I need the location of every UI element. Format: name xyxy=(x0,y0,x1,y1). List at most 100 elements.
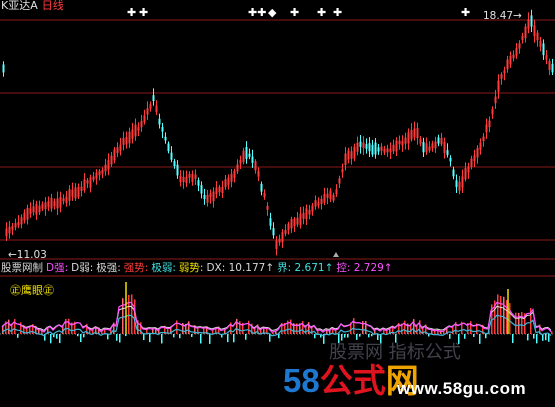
candle-body xyxy=(467,166,470,173)
candle-body xyxy=(65,196,68,204)
candle-body xyxy=(488,120,491,128)
osc-bar xyxy=(269,334,271,342)
osc-bar xyxy=(245,334,247,340)
indicator-item: 强势: xyxy=(123,262,149,274)
candle-body xyxy=(89,177,92,188)
sub-chart-title: ㊣鹰眼㊣ xyxy=(10,284,54,297)
osc-bar xyxy=(404,320,406,334)
candle-body xyxy=(422,142,425,153)
candle-body xyxy=(146,108,149,115)
candle-body xyxy=(230,173,233,182)
candle-body xyxy=(404,137,407,144)
osc-bar xyxy=(500,295,502,334)
candle-body xyxy=(437,137,440,144)
signal-marker: ✚ xyxy=(139,6,149,19)
candle-body xyxy=(71,189,74,197)
indicator-item: D弱: xyxy=(71,262,94,274)
candle-body xyxy=(539,40,542,47)
candle-body xyxy=(179,175,182,182)
candle-body xyxy=(479,142,482,150)
candle-body xyxy=(380,146,383,151)
candle-body xyxy=(50,198,53,209)
candle-body xyxy=(470,158,473,167)
osc-bar xyxy=(545,334,547,341)
osc-bar xyxy=(365,321,367,334)
candle-body xyxy=(308,209,311,215)
candle-body xyxy=(53,201,56,207)
signal-marker: ✚ xyxy=(127,6,137,19)
osc-bar xyxy=(371,334,373,337)
candle-body xyxy=(503,70,506,74)
candle-body xyxy=(338,178,341,184)
candle-body xyxy=(164,136,167,141)
candle-body xyxy=(491,109,494,115)
osc-bar xyxy=(533,334,535,339)
chart-window[interactable]: K亚达A 日线 ✚ ✚ ✚✚ ◆ ✚ ✚ ✚ ✚ 18.47→ ←11.03 股票网制 D强: D弱… xyxy=(0,0,555,407)
candle-body xyxy=(452,169,455,177)
candle-body xyxy=(320,198,323,205)
osc-bar xyxy=(512,334,514,344)
indicator-item: 界: 2.671↑ xyxy=(277,262,334,274)
osc-bar xyxy=(143,334,145,341)
candle-body xyxy=(287,223,290,231)
candle-body xyxy=(482,136,485,142)
osc-bar xyxy=(119,334,121,343)
candle-body xyxy=(359,141,362,147)
logo-number: 58 xyxy=(283,362,320,399)
osc-bar xyxy=(497,294,499,334)
candle-body xyxy=(473,155,476,162)
candle-body xyxy=(278,238,281,243)
candle-body xyxy=(74,187,77,199)
candle-body xyxy=(296,217,299,225)
candle-body xyxy=(5,228,8,237)
candle-body xyxy=(149,104,152,109)
osc-bar xyxy=(503,296,505,334)
watermark-url: www.58gu.com xyxy=(397,379,527,398)
high-price-label: 18.47→ xyxy=(483,10,522,22)
osc-bar xyxy=(8,319,10,334)
candle-body xyxy=(206,194,209,203)
candle-body xyxy=(158,118,161,125)
candle-body xyxy=(524,26,527,39)
candle-body xyxy=(236,164,239,172)
candle-body xyxy=(26,207,29,220)
candle-body xyxy=(137,127,140,131)
candle-body xyxy=(62,198,65,202)
candle-body xyxy=(170,152,173,160)
candle-body xyxy=(530,15,533,27)
candle-body xyxy=(245,146,248,159)
candle-body xyxy=(119,144,122,151)
candle-body xyxy=(248,153,251,157)
logo-formula: 公式 xyxy=(319,362,386,399)
candle-body xyxy=(134,124,137,137)
candle-body xyxy=(161,127,164,132)
indicator-item: 极弱: xyxy=(151,262,176,274)
candle-body xyxy=(542,43,545,56)
osc-bar xyxy=(107,334,109,340)
osc-bar xyxy=(176,320,178,334)
candle-body xyxy=(551,63,554,73)
candle-body xyxy=(131,129,134,139)
candle-body xyxy=(227,177,230,185)
osc-bar xyxy=(347,334,349,338)
candle-body xyxy=(311,205,314,212)
candle-body xyxy=(545,55,548,60)
candle-body xyxy=(11,226,14,230)
candle-body xyxy=(476,147,479,158)
osc-bar xyxy=(161,334,163,344)
candle-body xyxy=(314,200,317,207)
candle-body xyxy=(293,219,296,227)
osc-bar xyxy=(536,334,538,344)
candle-body xyxy=(365,143,368,149)
candle-body xyxy=(143,115,146,123)
candle-body xyxy=(125,136,128,145)
osc-bar xyxy=(131,294,133,334)
candle-body xyxy=(41,203,44,209)
candle-body xyxy=(200,185,203,194)
chart-canvas[interactable] xyxy=(0,0,555,407)
osc-bar xyxy=(527,334,529,341)
low-price-label: ←11.03 xyxy=(8,249,47,261)
candle-body xyxy=(95,172,98,179)
signal-marker: ✚ xyxy=(333,6,343,19)
candle-body xyxy=(83,179,86,191)
